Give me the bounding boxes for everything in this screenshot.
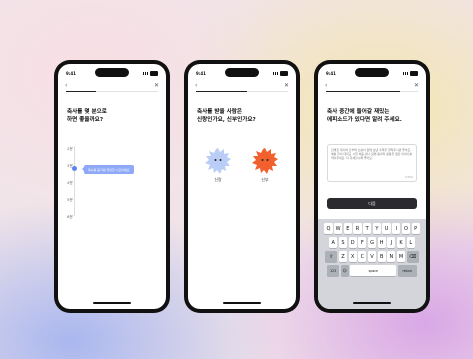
key-i[interactable]: I bbox=[392, 223, 401, 234]
key-w[interactable]: W bbox=[334, 223, 343, 234]
bride-option-label[interactable]: 신부 bbox=[252, 177, 278, 183]
key-j[interactable]: J bbox=[387, 237, 396, 248]
screen-duration: 9:41 ‹ ✕ 축사를 몇 분으로 하면 좋을까요? 2분 3분 4분 5분 … bbox=[58, 64, 166, 309]
phone-frame-duration: 9:41 ‹ ✕ 축사를 몇 분으로 하면 좋을까요? 2분 3분 4분 5분 … bbox=[54, 60, 170, 313]
next-button[interactable]: 다음 bbox=[327, 198, 417, 209]
nav-bar: ‹ ✕ bbox=[195, 81, 289, 89]
screen-episode: 9:41 ‹ ✕ 축사 중간에 들어갈 재밌는 에피소드가 있다면 알려 주세요… bbox=[318, 64, 426, 309]
groom-character-icon[interactable] bbox=[205, 148, 231, 174]
question-title: 축사를 몇 분으로 하면 좋을까요? bbox=[67, 109, 107, 123]
progress-bar bbox=[326, 91, 418, 92]
key-r[interactable]: R bbox=[353, 223, 362, 234]
key-k[interactable]: K bbox=[396, 237, 406, 248]
key-q[interactable]: Q bbox=[324, 223, 333, 234]
key-n[interactable]: N bbox=[387, 251, 396, 262]
duration-slider-thumb[interactable] bbox=[72, 166, 77, 171]
question-title: 축사 중간에 들어갈 재밌는 에피소드가 있다면 알려 주세요. bbox=[327, 109, 402, 123]
keyboard-row-4: 123 ☺ space return bbox=[320, 265, 424, 276]
keyboard-row-2: ASDFGHJKL bbox=[320, 237, 424, 248]
status-time: 9:41 bbox=[66, 70, 76, 76]
signal-icon bbox=[143, 71, 148, 75]
return-key[interactable]: return bbox=[397, 265, 417, 276]
key-g[interactable]: G bbox=[367, 237, 377, 248]
phone-frame-recipient: 9:41 ‹ ✕ 축사를 받을 사람은 신랑인가요, 신부인가요? 신랑 신부 bbox=[184, 60, 300, 313]
duration-option[interactable]: 4분 bbox=[67, 180, 73, 186]
textarea-placeholder: 친해진 계기와 신부와 신랑이 함께 보낸 추억을 알려주시면 좋아요. 예를 … bbox=[331, 148, 412, 161]
emoji-key-icon[interactable]: ☺ bbox=[340, 265, 349, 276]
back-icon[interactable]: ‹ bbox=[65, 82, 67, 89]
episode-textarea[interactable]: 친해진 계기와 신부와 신랑이 함께 보낸 추억을 알려주시면 좋아요. 예를 … bbox=[327, 144, 417, 182]
battery-icon bbox=[410, 70, 418, 76]
key-z[interactable]: Z bbox=[338, 251, 348, 262]
screen-recipient: 9:41 ‹ ✕ 축사를 받을 사람은 신랑인가요, 신부인가요? 신랑 신부 bbox=[188, 64, 296, 309]
duration-option[interactable]: 5분 bbox=[67, 197, 73, 203]
key-l[interactable]: L bbox=[406, 237, 415, 248]
status-bar: 9:41 bbox=[326, 69, 418, 77]
key-v[interactable]: V bbox=[367, 251, 377, 262]
back-icon[interactable]: ‹ bbox=[195, 82, 197, 89]
battery-icon bbox=[280, 70, 288, 76]
key-d[interactable]: D bbox=[348, 237, 357, 248]
close-icon[interactable]: ✕ bbox=[414, 82, 419, 89]
groom-option-label[interactable]: 신랑 bbox=[205, 177, 231, 183]
space-key[interactable]: space bbox=[350, 265, 397, 276]
key-c[interactable]: C bbox=[358, 251, 367, 262]
numbers-key[interactable]: 123 bbox=[327, 265, 340, 276]
duration-option[interactable]: 2분 bbox=[67, 146, 73, 152]
close-icon[interactable]: ✕ bbox=[154, 82, 159, 89]
status-time: 9:41 bbox=[196, 70, 206, 76]
signal-icon bbox=[273, 71, 278, 75]
key-p[interactable]: P bbox=[411, 223, 420, 234]
duration-option[interactable]: 6분 bbox=[67, 214, 73, 220]
key-m[interactable]: M bbox=[396, 251, 406, 262]
close-icon[interactable]: ✕ bbox=[284, 82, 289, 89]
key-x[interactable]: X bbox=[348, 251, 357, 262]
bride-character-icon[interactable] bbox=[252, 148, 278, 174]
progress-bar bbox=[66, 91, 158, 92]
home-indicator bbox=[223, 302, 261, 304]
key-e[interactable]: E bbox=[343, 223, 352, 234]
battery-icon bbox=[150, 70, 158, 76]
progress-bar bbox=[196, 91, 288, 92]
delete-key-icon[interactable]: ⌫ bbox=[406, 251, 419, 262]
nav-bar: ‹ ✕ bbox=[65, 81, 159, 89]
duration-tooltip: 축사를 듣기에 적당한 시간이에요 bbox=[82, 165, 134, 174]
home-indicator bbox=[93, 302, 131, 304]
signal-icon bbox=[403, 71, 408, 75]
keyboard-row-1: QWERTYUIOP bbox=[320, 223, 424, 234]
character-counter: 0/300 bbox=[404, 174, 413, 179]
key-h[interactable]: H bbox=[377, 237, 386, 248]
key-u[interactable]: U bbox=[382, 223, 391, 234]
home-indicator bbox=[353, 302, 391, 304]
key-o[interactable]: O bbox=[401, 223, 410, 234]
key-f[interactable]: F bbox=[358, 237, 367, 248]
nav-bar: ‹ ✕ bbox=[325, 81, 419, 89]
key-b[interactable]: B bbox=[377, 251, 386, 262]
status-bar: 9:41 bbox=[196, 69, 288, 77]
status-bar: 9:41 bbox=[66, 69, 158, 77]
question-title: 축사를 받을 사람은 신랑인가요, 신부인가요? bbox=[197, 109, 256, 123]
key-s[interactable]: S bbox=[338, 237, 348, 248]
back-icon[interactable]: ‹ bbox=[325, 82, 327, 89]
key-t[interactable]: T bbox=[363, 223, 372, 234]
phone-frame-episode: 9:41 ‹ ✕ 축사 중간에 들어갈 재밌는 에피소드가 있다면 알려 주세요… bbox=[314, 60, 430, 313]
keyboard-row-3: ⇧ Z X C V B N M ⌫ bbox=[320, 251, 424, 262]
shift-key-icon[interactable]: ⇧ bbox=[325, 251, 338, 262]
key-y[interactable]: Y bbox=[372, 223, 381, 234]
keyboard: QWERTYUIOP ASDFGHJKL ⇧ Z X C V B N M ⌫ 123 ☺ sp… bbox=[318, 219, 426, 309]
status-time: 9:41 bbox=[326, 70, 336, 76]
key-a[interactable]: A bbox=[329, 237, 338, 248]
duration-slider-track[interactable] bbox=[74, 146, 75, 216]
